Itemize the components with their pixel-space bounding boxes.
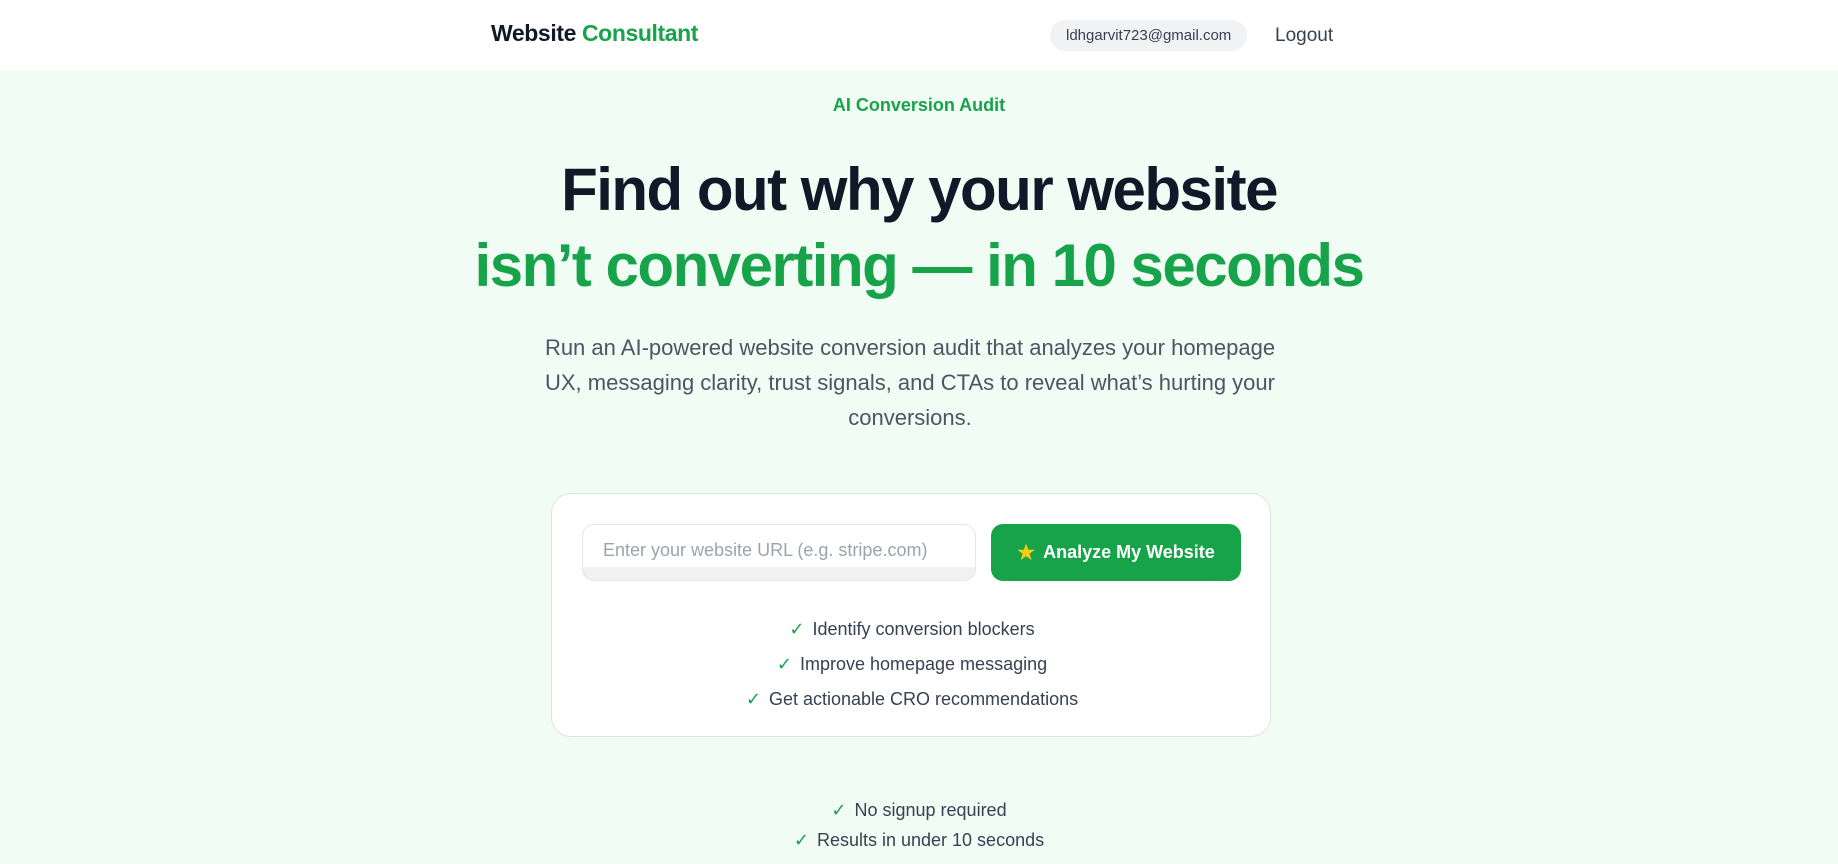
feature-text: Improve homepage messaging: [799, 654, 1048, 674]
website-url-input[interactable]: [582, 524, 976, 581]
logout-button[interactable]: Logout: [1275, 22, 1333, 49]
check-icon: ✓: [793, 830, 809, 850]
benefit-text: Results in under 10 seconds: [816, 830, 1045, 850]
feature-list: ✓ Identify conversion blockers ✓ Improve h…: [552, 612, 1272, 717]
brand-primary-text: Website: [491, 20, 576, 46]
check-icon: ✓: [789, 619, 805, 639]
check-icon: ✓: [831, 800, 847, 820]
benefit-item: ✓ No signup required: [0, 795, 1838, 825]
star-icon: ★: [1017, 541, 1036, 564]
analyze-button-label: Analyze My Website: [1043, 542, 1215, 562]
audit-form-card: ★ Analyze My Website ✓ Identify conversio…: [551, 493, 1271, 737]
analyze-website-button[interactable]: ★ Analyze My Website: [991, 524, 1241, 581]
check-icon: ✓: [745, 689, 761, 709]
benefit-item: ✓ Results in under 10 seconds: [0, 825, 1838, 855]
brand-accent-text: Consultant: [581, 20, 699, 46]
feature-item: ✓ Get actionable CRO recommendations: [552, 682, 1272, 717]
page-headline: Find out why your website isn’t converti…: [0, 152, 1838, 304]
check-icon: ✓: [776, 654, 792, 674]
hero-subtitle: Run an AI-powered website conversion aud…: [544, 335, 1276, 430]
user-email-badge: ldhgarvit723@gmail.com: [1050, 20, 1248, 51]
feature-item: ✓ Identify conversion blockers: [552, 612, 1272, 647]
benefit-list: ✓ No signup required ✓ Results in under 10…: [0, 795, 1838, 855]
headline-line-1: Find out why your website: [561, 156, 1278, 223]
headline-line-2: isn’t converting — in 10 seconds: [474, 232, 1365, 299]
feature-item: ✓ Improve homepage messaging: [552, 647, 1272, 682]
eyebrow-label: AI Conversion Audit: [832, 95, 1006, 115]
brand-logo[interactable]: Website Consultant: [491, 20, 698, 47]
feature-text: Get actionable CRO recommendations: [768, 689, 1079, 709]
top-navbar: Website Consultant ldhgarvit723@gmail.co…: [0, 0, 1838, 71]
benefit-text: No signup required: [854, 800, 1007, 820]
feature-text: Identify conversion blockers: [812, 619, 1035, 639]
